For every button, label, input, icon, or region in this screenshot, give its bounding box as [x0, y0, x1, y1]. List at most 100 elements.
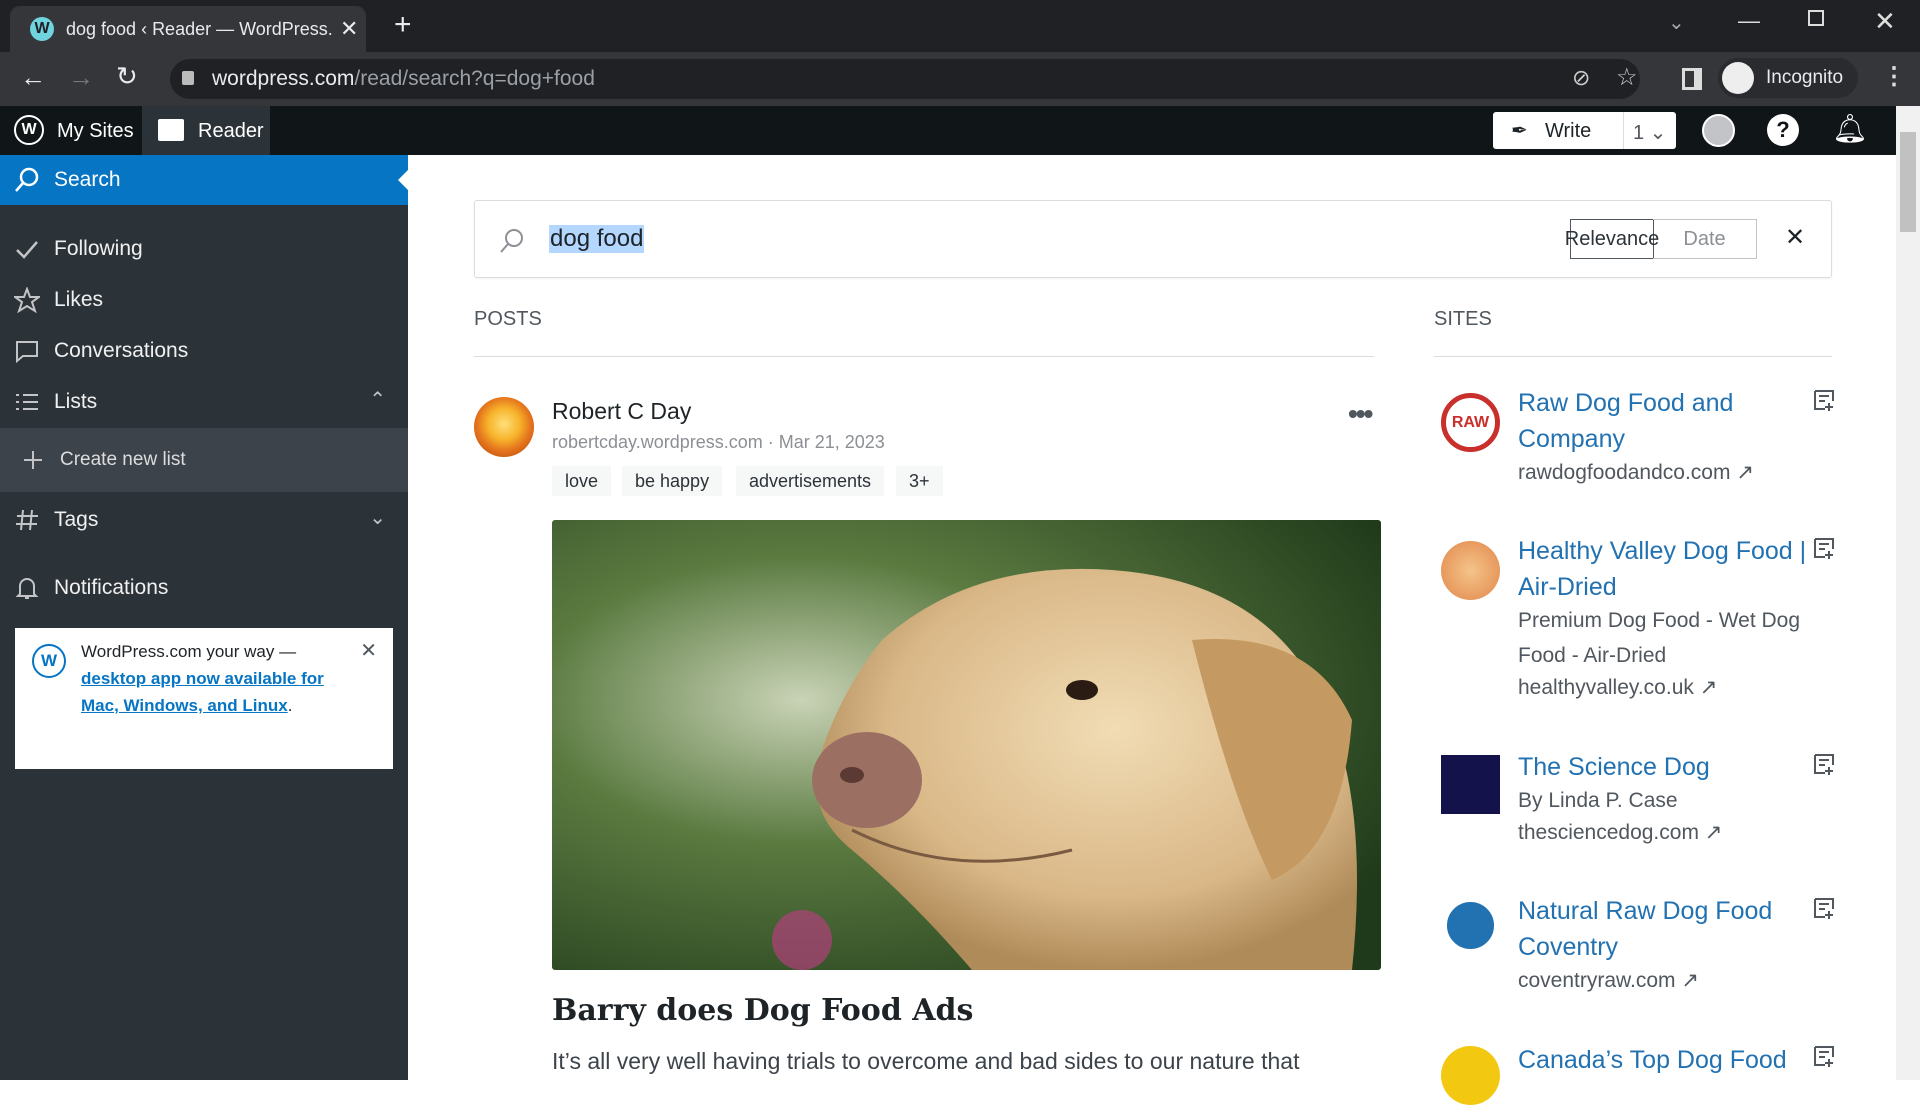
- sites-heading: SITES: [1434, 308, 1492, 330]
- sidebar-item-search[interactable]: Search: [0, 155, 408, 205]
- address-bar: ← → ↻ wordpress.com/read/search?q=dog+fo…: [0, 52, 1920, 106]
- sort-date-button[interactable]: Date: [1653, 219, 1757, 259]
- forward-icon[interactable]: →: [68, 62, 94, 93]
- site-icon: [1441, 755, 1500, 814]
- checkmark-icon: [16, 241, 38, 259]
- clear-search-icon[interactable]: ✕: [1785, 223, 1805, 252]
- post-excerpt: It’s all very well having trials to over…: [552, 1048, 1300, 1074]
- sidebar-item-conversations[interactable]: Conversations: [0, 326, 408, 376]
- site-url[interactable]: healthyvalley.co.uk ↗: [1518, 670, 1808, 705]
- minimize-icon[interactable]: —: [1738, 8, 1760, 34]
- sidebar-item-notifications[interactable]: Notifications: [0, 563, 408, 613]
- menu-icon[interactable]: ⋮: [1882, 62, 1906, 91]
- my-sites-button[interactable]: W My Sites: [0, 106, 142, 155]
- post-title[interactable]: Barry does Dog Food Ads: [552, 993, 973, 1028]
- site-description: By Linda P. Case: [1518, 789, 1678, 812]
- site-url[interactable]: thesciencedog.com ↗: [1518, 815, 1808, 850]
- chevron-up-icon[interactable]: ⌃: [369, 387, 386, 412]
- site-title[interactable]: Raw Dog Food and Company: [1518, 385, 1818, 457]
- site-title[interactable]: Canada’s Top Dog Food: [1518, 1042, 1818, 1078]
- browser-tab[interactable]: W dog food ‹ Reader — WordPress.com ✕: [10, 6, 366, 52]
- sidebar-item-lists[interactable]: Lists ⌃: [0, 377, 408, 427]
- follow-site-icon[interactable]: [1812, 896, 1838, 927]
- help-icon[interactable]: ?: [1767, 114, 1799, 146]
- star-icon: [14, 287, 40, 313]
- tab-search-icon[interactable]: ⌄: [1668, 10, 1685, 35]
- more-options-icon[interactable]: •••: [1348, 398, 1373, 430]
- plus-icon: [24, 451, 42, 469]
- external-link-icon: ↗: [1736, 461, 1754, 484]
- avatar[interactable]: [1702, 114, 1735, 147]
- post-site[interactable]: robertcday.wordpress.com: [552, 432, 763, 452]
- divider: [474, 356, 1374, 357]
- divider: [1434, 356, 1832, 357]
- close-window-icon[interactable]: ✕: [1874, 6, 1896, 37]
- scrollbar-thumb[interactable]: [1900, 132, 1916, 232]
- site-title[interactable]: Healthy Valley Dog Food | Air-Dried: [1518, 533, 1818, 605]
- url-host: wordpress.com: [212, 67, 355, 90]
- globe-site-icon: [1441, 896, 1500, 955]
- post-author[interactable]: Robert C Day: [552, 398, 691, 425]
- restore-icon[interactable]: [1808, 10, 1824, 26]
- follow-site-icon[interactable]: [1812, 388, 1838, 419]
- post-tag[interactable]: advertisements: [736, 466, 885, 496]
- drafts-dropdown[interactable]: 1 ⌄: [1623, 112, 1676, 149]
- hash-icon: [16, 509, 38, 531]
- site-icon: [1441, 1046, 1500, 1105]
- new-tab-icon[interactable]: +: [394, 8, 412, 42]
- wordpress-logo-icon: W: [14, 115, 44, 145]
- post-tag[interactable]: love: [552, 466, 612, 496]
- bell-icon: [15, 578, 39, 599]
- follow-site-icon[interactable]: [1812, 536, 1838, 567]
- profile-button[interactable]: Incognito: [1718, 58, 1858, 98]
- external-link-icon: ↗: [1699, 676, 1718, 699]
- browser-tab-bar: W dog food ‹ Reader — WordPress.com ✕ + …: [0, 0, 1920, 52]
- post-featured-image[interactable]: [552, 520, 1381, 970]
- follow-site-icon[interactable]: [1812, 752, 1838, 783]
- site-url[interactable]: rawdogfoodandco.com ↗: [1518, 455, 1808, 490]
- post-tag[interactable]: be happy: [622, 466, 723, 496]
- incognito-icon: [1722, 62, 1754, 94]
- eye-off-icon[interactable]: ⊘: [1572, 65, 1590, 91]
- reader-button[interactable]: Reader: [142, 106, 270, 155]
- reload-icon[interactable]: ↻: [116, 61, 138, 92]
- site-icon: [1441, 541, 1500, 600]
- external-link-icon: ↗: [1704, 821, 1723, 844]
- close-notice-icon[interactable]: ✕: [360, 638, 377, 665]
- bell-notifications-icon[interactable]: 🔔︎: [1832, 112, 1868, 145]
- author-avatar[interactable]: [474, 397, 534, 457]
- search-icon: [500, 229, 523, 253]
- sort-relevance-button[interactable]: Relevance: [1565, 219, 1659, 259]
- reader-icon: [158, 119, 184, 141]
- side-panel-icon[interactable]: [1682, 68, 1702, 90]
- search-bar: dog food Relevance Date ✕: [474, 200, 1832, 278]
- chevron-down-icon[interactable]: ⌄: [369, 505, 386, 530]
- site-icon: RAW: [1441, 393, 1500, 452]
- site-url[interactable]: coventryraw.com ↗: [1518, 963, 1808, 998]
- profile-label: Incognito: [1766, 67, 1844, 88]
- star-bookmark-icon[interactable]: ☆: [1616, 63, 1638, 92]
- site-description: Premium Dog Food - Wet Dog Food - Air-Dr…: [1518, 609, 1801, 667]
- tab-title: dog food ‹ Reader — WordPress.com: [66, 19, 332, 39]
- list-icon: [16, 394, 38, 410]
- site-title[interactable]: The Science Dog: [1518, 749, 1818, 785]
- sidebar-item-tags[interactable]: Tags ⌄: [0, 495, 408, 545]
- follow-site-icon[interactable]: [1812, 1044, 1838, 1075]
- posts-heading: POSTS: [474, 308, 542, 330]
- write-button[interactable]: ✒ Write 1 ⌄: [1493, 112, 1676, 149]
- url-path: /read/search?q=dog+food: [354, 67, 595, 90]
- post-tag[interactable]: 3+: [896, 466, 943, 496]
- close-tab-icon[interactable]: ✕: [340, 16, 358, 42]
- sidebar-item-likes[interactable]: Likes: [0, 275, 408, 325]
- site-title[interactable]: Natural Raw Dog Food Coventry: [1518, 893, 1818, 965]
- notice-text: WordPress.com your way —: [81, 642, 297, 661]
- sidebar-item-following[interactable]: Following: [0, 224, 408, 274]
- my-sites-label: My Sites: [57, 120, 134, 142]
- search-input[interactable]: dog food: [549, 225, 645, 253]
- scrollbar[interactable]: [1896, 106, 1920, 1080]
- sidebar-item-create-new-list[interactable]: Create new list: [0, 428, 408, 492]
- back-icon[interactable]: ←: [20, 62, 46, 93]
- external-link-icon: ↗: [1681, 969, 1700, 992]
- desktop-app-notice: W WordPress.com your way — desktop app n…: [15, 628, 393, 769]
- url-field[interactable]: wordpress.com/read/search?q=dog+food ⊘ ☆: [170, 59, 1640, 99]
